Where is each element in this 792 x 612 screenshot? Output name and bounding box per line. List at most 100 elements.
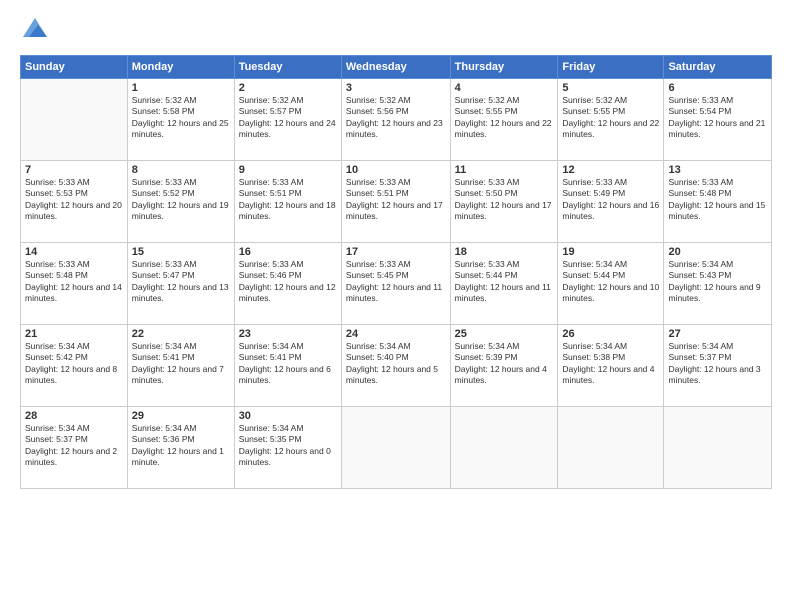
day-number: 20 xyxy=(668,246,767,258)
calendar-cell: 16 Sunrise: 5:33 AM Sunset: 5:46 PM Dayl… xyxy=(234,243,341,325)
weekday-header-saturday: Saturday xyxy=(664,56,772,79)
day-number: 19 xyxy=(562,246,659,258)
day-number: 15 xyxy=(132,246,230,258)
sun-info: Sunrise: 5:34 AM Sunset: 5:41 PM Dayligh… xyxy=(239,341,337,387)
calendar-table: SundayMondayTuesdayWednesdayThursdayFrid… xyxy=(20,55,772,489)
day-number: 11 xyxy=(455,164,554,176)
weekday-header-friday: Friday xyxy=(558,56,664,79)
week-row-1: 1 Sunrise: 5:32 AM Sunset: 5:58 PM Dayli… xyxy=(21,79,772,161)
calendar-cell xyxy=(450,407,558,489)
week-row-3: 14 Sunrise: 5:33 AM Sunset: 5:48 PM Dayl… xyxy=(21,243,772,325)
weekday-header-wednesday: Wednesday xyxy=(341,56,450,79)
sun-info: Sunrise: 5:34 AM Sunset: 5:40 PM Dayligh… xyxy=(346,341,446,387)
calendar-cell: 4 Sunrise: 5:32 AM Sunset: 5:55 PM Dayli… xyxy=(450,79,558,161)
sun-info: Sunrise: 5:34 AM Sunset: 5:44 PM Dayligh… xyxy=(562,259,659,305)
day-number: 10 xyxy=(346,164,446,176)
day-number: 21 xyxy=(25,328,123,340)
day-number: 9 xyxy=(239,164,337,176)
calendar-cell: 18 Sunrise: 5:33 AM Sunset: 5:44 PM Dayl… xyxy=(450,243,558,325)
sun-info: Sunrise: 5:33 AM Sunset: 5:45 PM Dayligh… xyxy=(346,259,446,305)
sun-info: Sunrise: 5:32 AM Sunset: 5:55 PM Dayligh… xyxy=(455,95,554,141)
calendar-cell: 12 Sunrise: 5:33 AM Sunset: 5:49 PM Dayl… xyxy=(558,161,664,243)
calendar-cell: 27 Sunrise: 5:34 AM Sunset: 5:37 PM Dayl… xyxy=(664,325,772,407)
day-number: 18 xyxy=(455,246,554,258)
weekday-header-monday: Monday xyxy=(127,56,234,79)
day-number: 1 xyxy=(132,82,230,94)
calendar-cell xyxy=(664,407,772,489)
sun-info: Sunrise: 5:34 AM Sunset: 5:36 PM Dayligh… xyxy=(132,423,230,469)
calendar-cell: 9 Sunrise: 5:33 AM Sunset: 5:51 PM Dayli… xyxy=(234,161,341,243)
calendar-cell: 20 Sunrise: 5:34 AM Sunset: 5:43 PM Dayl… xyxy=(664,243,772,325)
day-number: 8 xyxy=(132,164,230,176)
sun-info: Sunrise: 5:33 AM Sunset: 5:53 PM Dayligh… xyxy=(25,177,123,223)
calendar-cell: 7 Sunrise: 5:33 AM Sunset: 5:53 PM Dayli… xyxy=(21,161,128,243)
sun-info: Sunrise: 5:34 AM Sunset: 5:43 PM Dayligh… xyxy=(668,259,767,305)
logo-icon xyxy=(20,15,50,45)
day-number: 14 xyxy=(25,246,123,258)
calendar-cell: 26 Sunrise: 5:34 AM Sunset: 5:38 PM Dayl… xyxy=(558,325,664,407)
day-number: 7 xyxy=(25,164,123,176)
calendar-cell: 14 Sunrise: 5:33 AM Sunset: 5:48 PM Dayl… xyxy=(21,243,128,325)
sun-info: Sunrise: 5:34 AM Sunset: 5:38 PM Dayligh… xyxy=(562,341,659,387)
calendar-cell: 11 Sunrise: 5:33 AM Sunset: 5:50 PM Dayl… xyxy=(450,161,558,243)
day-number: 25 xyxy=(455,328,554,340)
weekday-header-tuesday: Tuesday xyxy=(234,56,341,79)
day-number: 17 xyxy=(346,246,446,258)
calendar-cell: 5 Sunrise: 5:32 AM Sunset: 5:55 PM Dayli… xyxy=(558,79,664,161)
sun-info: Sunrise: 5:34 AM Sunset: 5:37 PM Dayligh… xyxy=(25,423,123,469)
weekday-header-row: SundayMondayTuesdayWednesdayThursdayFrid… xyxy=(21,56,772,79)
calendar-cell: 2 Sunrise: 5:32 AM Sunset: 5:57 PM Dayli… xyxy=(234,79,341,161)
sun-info: Sunrise: 5:33 AM Sunset: 5:44 PM Dayligh… xyxy=(455,259,554,305)
week-row-4: 21 Sunrise: 5:34 AM Sunset: 5:42 PM Dayl… xyxy=(21,325,772,407)
day-number: 12 xyxy=(562,164,659,176)
day-number: 29 xyxy=(132,410,230,422)
day-number: 23 xyxy=(239,328,337,340)
sun-info: Sunrise: 5:34 AM Sunset: 5:35 PM Dayligh… xyxy=(239,423,337,469)
day-number: 30 xyxy=(239,410,337,422)
page-header xyxy=(20,15,772,45)
day-number: 28 xyxy=(25,410,123,422)
sun-info: Sunrise: 5:33 AM Sunset: 5:47 PM Dayligh… xyxy=(132,259,230,305)
sun-info: Sunrise: 5:33 AM Sunset: 5:52 PM Dayligh… xyxy=(132,177,230,223)
day-number: 4 xyxy=(455,82,554,94)
sun-info: Sunrise: 5:33 AM Sunset: 5:48 PM Dayligh… xyxy=(25,259,123,305)
calendar-cell: 24 Sunrise: 5:34 AM Sunset: 5:40 PM Dayl… xyxy=(341,325,450,407)
sun-info: Sunrise: 5:34 AM Sunset: 5:39 PM Dayligh… xyxy=(455,341,554,387)
sun-info: Sunrise: 5:32 AM Sunset: 5:56 PM Dayligh… xyxy=(346,95,446,141)
day-number: 6 xyxy=(668,82,767,94)
sun-info: Sunrise: 5:34 AM Sunset: 5:37 PM Dayligh… xyxy=(668,341,767,387)
calendar-cell: 6 Sunrise: 5:33 AM Sunset: 5:54 PM Dayli… xyxy=(664,79,772,161)
calendar-cell: 30 Sunrise: 5:34 AM Sunset: 5:35 PM Dayl… xyxy=(234,407,341,489)
calendar-cell: 21 Sunrise: 5:34 AM Sunset: 5:42 PM Dayl… xyxy=(21,325,128,407)
sun-info: Sunrise: 5:33 AM Sunset: 5:46 PM Dayligh… xyxy=(239,259,337,305)
day-number: 22 xyxy=(132,328,230,340)
calendar-cell xyxy=(21,79,128,161)
day-number: 27 xyxy=(668,328,767,340)
weekday-header-sunday: Sunday xyxy=(21,56,128,79)
calendar-cell: 10 Sunrise: 5:33 AM Sunset: 5:51 PM Dayl… xyxy=(341,161,450,243)
sun-info: Sunrise: 5:32 AM Sunset: 5:55 PM Dayligh… xyxy=(562,95,659,141)
day-number: 2 xyxy=(239,82,337,94)
week-row-5: 28 Sunrise: 5:34 AM Sunset: 5:37 PM Dayl… xyxy=(21,407,772,489)
day-number: 24 xyxy=(346,328,446,340)
calendar-cell: 13 Sunrise: 5:33 AM Sunset: 5:48 PM Dayl… xyxy=(664,161,772,243)
calendar-cell: 29 Sunrise: 5:34 AM Sunset: 5:36 PM Dayl… xyxy=(127,407,234,489)
calendar-cell: 3 Sunrise: 5:32 AM Sunset: 5:56 PM Dayli… xyxy=(341,79,450,161)
week-row-2: 7 Sunrise: 5:33 AM Sunset: 5:53 PM Dayli… xyxy=(21,161,772,243)
calendar-cell: 22 Sunrise: 5:34 AM Sunset: 5:41 PM Dayl… xyxy=(127,325,234,407)
calendar-cell: 17 Sunrise: 5:33 AM Sunset: 5:45 PM Dayl… xyxy=(341,243,450,325)
calendar-page: SundayMondayTuesdayWednesdayThursdayFrid… xyxy=(0,0,792,612)
calendar-cell xyxy=(558,407,664,489)
sun-info: Sunrise: 5:33 AM Sunset: 5:54 PM Dayligh… xyxy=(668,95,767,141)
day-number: 26 xyxy=(562,328,659,340)
calendar-cell: 23 Sunrise: 5:34 AM Sunset: 5:41 PM Dayl… xyxy=(234,325,341,407)
weekday-header-thursday: Thursday xyxy=(450,56,558,79)
sun-info: Sunrise: 5:32 AM Sunset: 5:57 PM Dayligh… xyxy=(239,95,337,141)
sun-info: Sunrise: 5:34 AM Sunset: 5:41 PM Dayligh… xyxy=(132,341,230,387)
calendar-cell: 25 Sunrise: 5:34 AM Sunset: 5:39 PM Dayl… xyxy=(450,325,558,407)
day-number: 5 xyxy=(562,82,659,94)
sun-info: Sunrise: 5:33 AM Sunset: 5:51 PM Dayligh… xyxy=(346,177,446,223)
calendar-cell xyxy=(341,407,450,489)
calendar-cell: 19 Sunrise: 5:34 AM Sunset: 5:44 PM Dayl… xyxy=(558,243,664,325)
day-number: 3 xyxy=(346,82,446,94)
